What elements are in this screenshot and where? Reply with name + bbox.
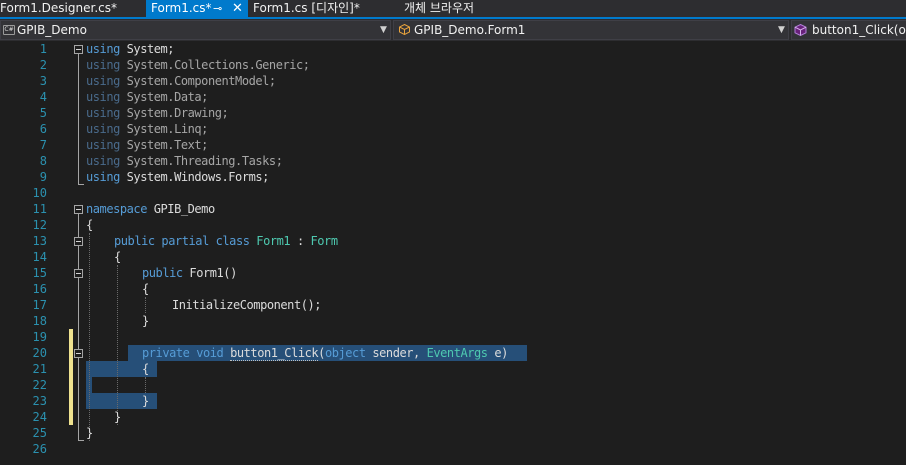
line-number: 10	[32, 186, 47, 200]
line-number: 6	[39, 122, 47, 136]
line-number: 23	[32, 394, 47, 408]
code-line[interactable]: 10	[0, 185, 906, 201]
pin-icon[interactable]: ⊸	[213, 0, 222, 17]
line-number: 15	[32, 266, 47, 280]
code-line[interactable]: 19	[0, 329, 906, 345]
line-number: 7	[39, 138, 47, 152]
code-line[interactable]: 20 private void button1_Click(object sen…	[0, 345, 906, 361]
chevron-down-icon[interactable]: ▼	[778, 21, 785, 39]
line-number: 20	[32, 346, 47, 360]
tab-form1-cs-design[interactable]: Form1.cs [디자인]*	[253, 0, 393, 18]
code-line[interactable]: 15 public Form1()	[0, 265, 906, 281]
line-number: 12	[32, 218, 47, 232]
line-number: 11	[32, 202, 47, 216]
tab-object-browser[interactable]: 개체 브라우저	[404, 0, 524, 18]
code-editor[interactable]: 1 using System; 2 using System.Collectio…	[0, 41, 906, 465]
chevron-down-icon[interactable]: ▼	[380, 21, 387, 39]
code-line[interactable]: 8 using System.Threading.Tasks;	[0, 153, 906, 169]
code-line[interactable]: 24 }	[0, 409, 906, 425]
code-line[interactable]: 26	[0, 441, 906, 457]
member-name: button1_Click(obj	[812, 23, 906, 37]
code-line[interactable]: 11 namespace GPIB_Demo	[0, 201, 906, 217]
csharp-project-icon: C#	[3, 25, 15, 35]
line-number: 8	[39, 154, 47, 168]
code-line[interactable]: 22	[0, 377, 906, 393]
class-dropdown[interactable]: GPIB_Demo.Form1 ▼	[393, 20, 789, 40]
code-line[interactable]: 13 public partial class Form1 : Form	[0, 233, 906, 249]
code-line[interactable]: 23 }	[0, 393, 906, 409]
code-line[interactable]: 5 using System.Drawing;	[0, 105, 906, 121]
navigation-bar: C# GPIB_Demo ▼ GPIB_Demo.Form1 ▼ button1…	[0, 19, 906, 41]
code-line[interactable]: 6 using System.Linq;	[0, 121, 906, 137]
code-line[interactable]: 16 {	[0, 281, 906, 297]
project-name: GPIB_Demo	[17, 23, 87, 37]
class-icon	[399, 24, 410, 35]
method-name: button1_Click	[230, 346, 319, 361]
line-number: 21	[32, 362, 47, 376]
line-number: 22	[32, 378, 47, 392]
line-number: 24	[32, 410, 47, 424]
line-number: 9	[39, 170, 47, 184]
code-line[interactable]: 2 using System.Collections.Generic;	[0, 57, 906, 73]
line-number: 4	[39, 90, 47, 104]
line-number: 5	[39, 106, 47, 120]
code-line[interactable]: 25 }	[0, 425, 906, 441]
tab-label: Form1.cs*	[151, 1, 212, 15]
line-number: 17	[32, 298, 47, 312]
code-line[interactable]: 4 using System.Data;	[0, 89, 906, 105]
line-number: 26	[32, 442, 47, 456]
line-number: 13	[32, 234, 47, 248]
tab-form1-cs-active[interactable]: Form1.cs* ⊸ ✕	[146, 0, 248, 18]
code-line[interactable]: 12 {	[0, 217, 906, 233]
code-line[interactable]: 14 {	[0, 249, 906, 265]
code-line[interactable]: 17 InitializeComponent();	[0, 297, 906, 313]
line-number: 3	[39, 74, 47, 88]
line-number: 19	[32, 330, 47, 344]
code-line[interactable]: 3 using System.ComponentModel;	[0, 73, 906, 89]
close-icon[interactable]: ✕	[232, 0, 243, 17]
code-line[interactable]: 1 using System;	[0, 41, 906, 57]
code-line[interactable]: 21 {	[0, 361, 906, 377]
document-tab-strip: Form1.Designer.cs* Form1.cs* ⊸ ✕ Form1.c…	[0, 0, 906, 19]
line-number: 16	[32, 282, 47, 296]
class-name: GPIB_Demo.Form1	[414, 23, 526, 37]
line-number: 18	[32, 314, 47, 328]
line-number: 25	[32, 426, 47, 440]
line-number: 14	[32, 250, 47, 264]
line-number: 2	[39, 58, 47, 72]
tab-label: Form1.Designer.cs*	[0, 1, 117, 15]
code-line[interactable]: 9 using System.Windows.Forms;	[0, 169, 906, 185]
tab-form1-designer-cs[interactable]: Form1.Designer.cs*	[0, 0, 146, 18]
tab-label: Form1.cs [디자인]*	[253, 1, 360, 15]
tab-label: 개체 브라우저	[404, 1, 475, 15]
project-dropdown[interactable]: C# GPIB_Demo ▼	[0, 20, 391, 40]
line-number: 1	[39, 42, 47, 56]
code-line[interactable]: 7 using System.Text;	[0, 137, 906, 153]
code-line[interactable]: 18 }	[0, 313, 906, 329]
method-icon	[794, 24, 807, 36]
member-dropdown[interactable]: button1_Click(obj	[791, 20, 906, 40]
